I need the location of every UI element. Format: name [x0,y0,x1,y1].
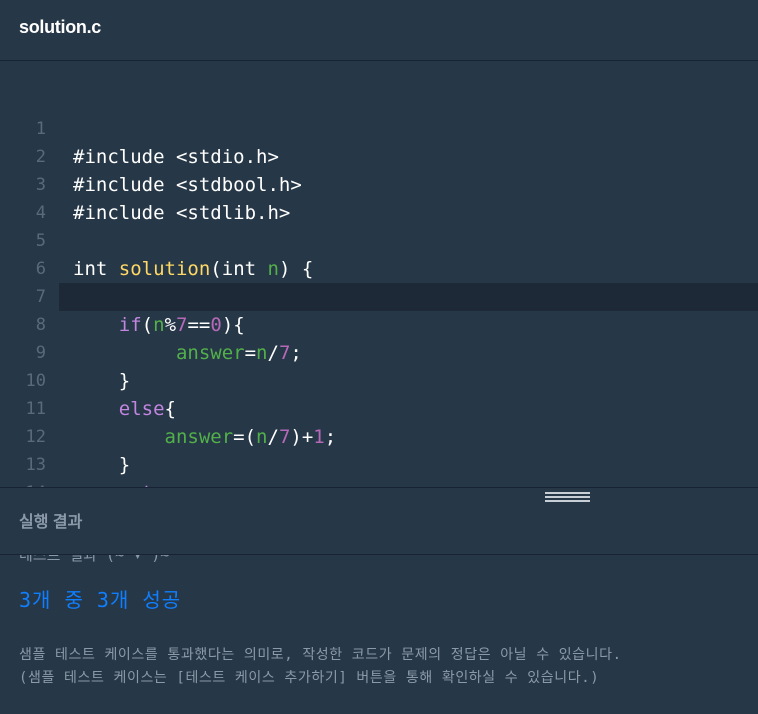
code-line[interactable]: 5 int solution(int n) { [0,199,758,280]
code-line[interactable]: 3 #include <stdlib.h> [0,143,758,224]
result-note-line2: (샘플 테스트 케이스는 [테스트 케이스 추가하기] 버튼을 통해 확인하실 … [19,670,600,686]
code-line[interactable]: 13 return answer; [0,423,758,504]
code-line[interactable]: 11 answer=(n/7)+1; [0,367,758,448]
result-panel-title: 실행 결과 [19,514,83,531]
code-line[interactable]: 10 else{ [0,339,758,420]
code-line[interactable]: 12 } [0,395,758,476]
success-summary: 3개 중 3개 성공 [19,588,182,612]
code-line[interactable]: 14 } [0,451,758,532]
code-line[interactable]: 4 [0,171,758,223]
editor-tab-bar: solution.c [0,0,758,61]
code-line[interactable]: 1 #include <stdio.h> [0,87,758,168]
result-note-line1: 샘플 테스트 케이스를 통과했다는 의미로, 작성한 코드가 문제의 정답은 아… [19,647,622,663]
result-output: 테스트 결과 (~˘▾˘)~ 3개 중 3개 성공 샘플 테스트 케이스를 통과… [0,555,758,714]
result-panel-header[interactable]: 실행 결과 [0,487,758,555]
file-tab-title[interactable]: solution.c [19,17,101,38]
code-line[interactable]: 9 } [0,311,758,392]
active-code-line[interactable]: 8 answer=n/7; [36,283,758,364]
code-line[interactable]: 6 int answer = 0; [0,227,758,308]
code-editor[interactable]: 1 #include <stdio.h> 2 #include <stdbool… [0,61,758,532]
line-number: 7 [35,287,46,307]
drag-handle-icon[interactable] [545,492,590,504]
code-line[interactable]: 2 #include <stdbool.h> [0,115,758,196]
code-line[interactable]: 7 if(n%7==0){ [0,255,758,336]
clipped-result-text: 테스트 결과 (~˘▾˘)~ [19,555,170,564]
